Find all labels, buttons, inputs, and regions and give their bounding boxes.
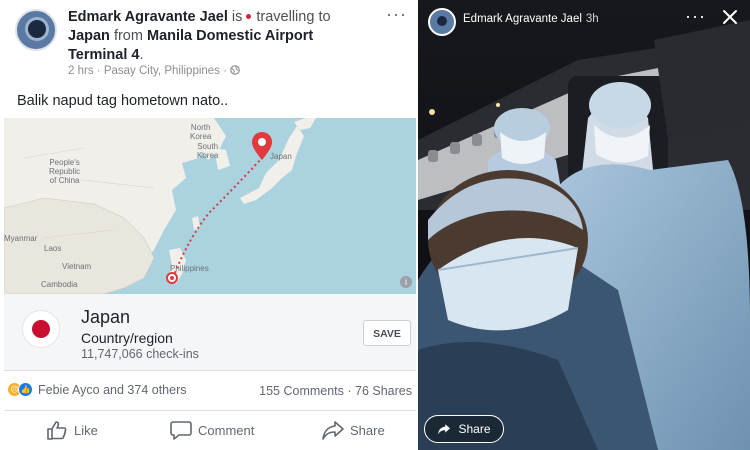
story-header: Edmark Agravante Jael 3h [463, 13, 599, 25]
origin-marker [166, 272, 178, 284]
from-text: from [113, 28, 143, 44]
thumbs-up-icon [47, 421, 67, 440]
activity-text: travelling [256, 9, 315, 25]
place-checkins: 11,747,066 check-ins [81, 347, 199, 361]
like-reaction-icon: 👍 [18, 382, 33, 397]
public-globe-icon [230, 65, 241, 75]
map-label-cambodia: Cambodia [41, 280, 78, 289]
close-icon[interactable] [721, 8, 739, 26]
place-card[interactable]: Japan Country/region 11,747,066 check-in… [4, 294, 416, 371]
map-label-south-korea: South Korea [197, 142, 219, 160]
share-button[interactable]: Share [322, 420, 385, 440]
like-button[interactable]: Like [46, 420, 98, 440]
story-view[interactable]: Edmark Agravante Jael 3h ··· Share [418, 0, 750, 450]
post-options-button[interactable]: ··· [386, 4, 407, 25]
map-label-vietnam: Vietnam [62, 262, 92, 271]
share-arrow-icon [322, 421, 344, 440]
map-label-myanmar: Myanmar [4, 234, 38, 243]
reactors-text: Febie Ayco and 374 others [38, 382, 187, 397]
flag-dot-icon [246, 13, 252, 19]
save-button[interactable]: SAVE [363, 320, 411, 346]
like-label: Like [74, 422, 98, 438]
comment-share-counts[interactable]: 155 Comments · 76 Shares [259, 384, 412, 398]
map-label-north-korea: North Korea [190, 123, 212, 141]
reaction-summary[interactable]: ☹ 👍 Febie Ayco and 374 others [8, 382, 187, 397]
map-label-philippines: Philippines [170, 264, 209, 273]
comment-label: Comment [198, 422, 255, 438]
story-author-avatar[interactable] [428, 8, 456, 36]
author-avatar[interactable] [15, 9, 57, 51]
meta-separator: · [96, 65, 101, 77]
period-text: . [139, 47, 144, 63]
meta-separator-2: · [223, 65, 227, 77]
comment-bubble-icon [170, 421, 192, 440]
map-info-icon[interactable]: i [400, 276, 412, 288]
map-view[interactable]: North Korea South Korea Japan People's R… [4, 118, 416, 294]
facebook-post: Edmark Agravante Jael is travelling to Ja… [0, 0, 418, 450]
share-arrow-icon [438, 424, 451, 435]
to-text: to [318, 9, 331, 25]
post-time[interactable]: 2 hrs [68, 65, 94, 77]
story-author-name[interactable]: Edmark Agravante Jael [463, 13, 582, 25]
story-time: 3h [585, 13, 599, 25]
story-options-button[interactable]: ··· [685, 6, 706, 27]
story-share-label: Share [458, 422, 491, 436]
actions-divider [4, 410, 416, 411]
map-label-japan: Japan [270, 152, 292, 161]
map-label-china: People's Republic of China [49, 158, 81, 185]
post-meta: 2 hrs · Pasay City, Philippines · [68, 65, 241, 77]
map-label-laos: Laos [44, 244, 62, 253]
verb-text: is [231, 9, 243, 25]
place-category: Country/region [81, 330, 173, 346]
place-name[interactable]: Japan [81, 307, 130, 328]
post-location[interactable]: Pasay City, Philippines [104, 65, 220, 77]
post-text: Balik napud tag hometown nato.. [17, 93, 229, 109]
comment-button[interactable]: Comment [170, 420, 254, 440]
flight-path [174, 157, 263, 274]
destination-pin-icon [252, 132, 272, 160]
story-photo [418, 0, 750, 450]
story-share-button[interactable]: Share [424, 415, 504, 443]
japan-flag-icon [22, 310, 60, 348]
post-header: Edmark Agravante Jael is travelling to Ja… [68, 8, 368, 65]
share-label: Share [350, 422, 385, 438]
destination-link[interactable]: Japan [68, 28, 110, 44]
author-name[interactable]: Edmark Agravante Jael [68, 9, 228, 25]
